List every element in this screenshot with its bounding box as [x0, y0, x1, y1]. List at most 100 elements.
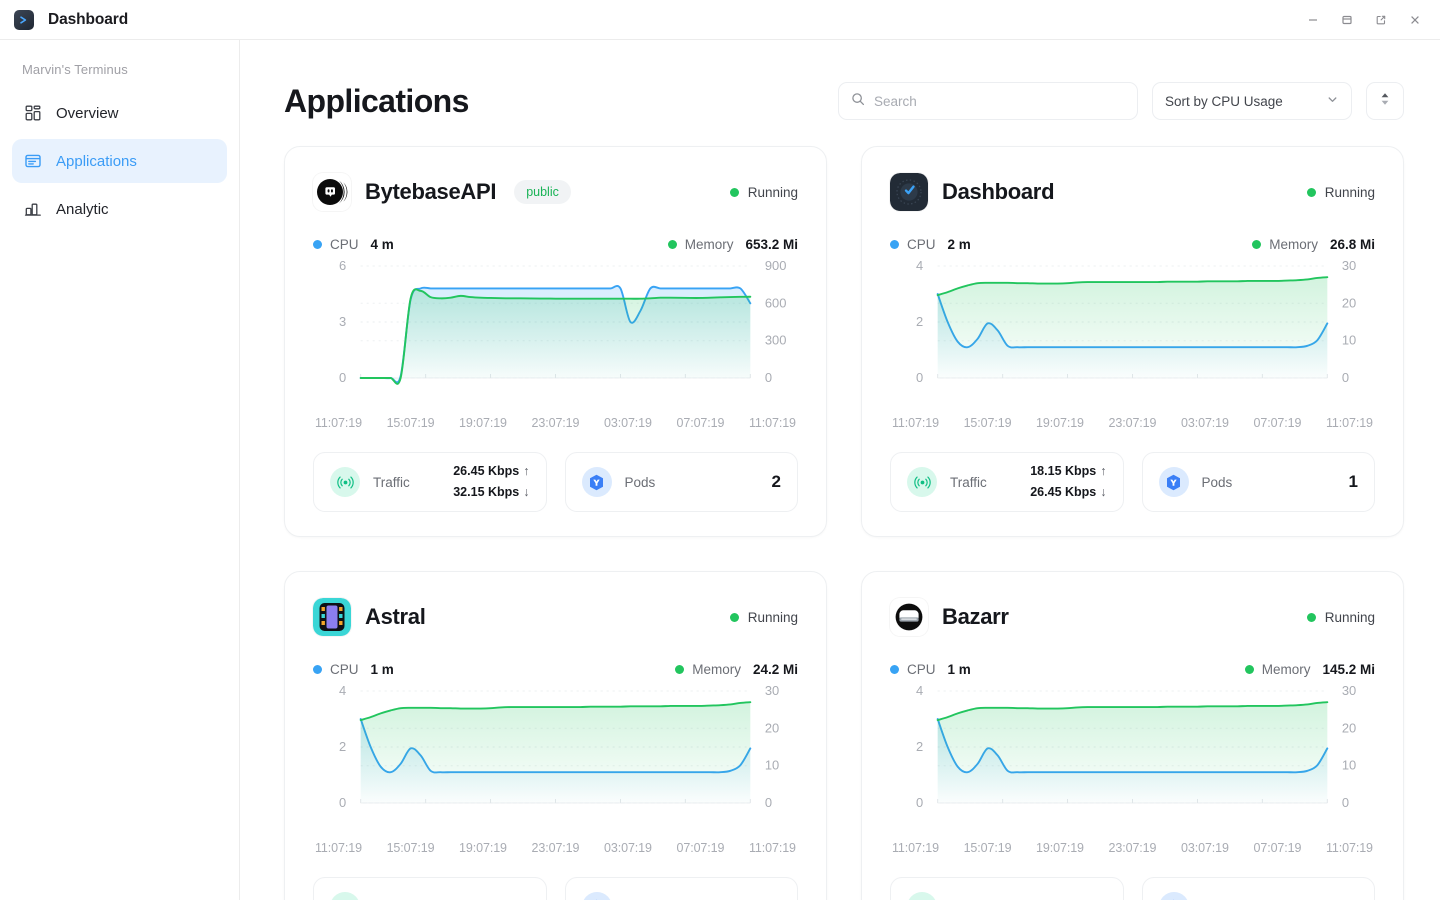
- memory-label: Memory: [1269, 237, 1318, 252]
- x-tick-label: 19:07:19: [1036, 416, 1084, 430]
- memory-legend-dot-icon: [1252, 240, 1262, 249]
- traffic-icon: [330, 467, 360, 497]
- bytebase-icon: [313, 173, 351, 211]
- cpu-value: 2 m: [947, 237, 971, 252]
- x-tick-label: 11:07:19: [892, 841, 939, 855]
- svg-text:10: 10: [1342, 333, 1356, 348]
- memory-legend-dot-icon: [675, 665, 685, 674]
- sort-direction-button[interactable]: [1366, 82, 1404, 120]
- cpu-metric: CPU 1 m: [890, 662, 971, 677]
- card-metrics: CPU 4 m Memory 653.2 Mi: [313, 237, 798, 252]
- maximize-icon[interactable]: [1334, 7, 1360, 33]
- memory-label: Memory: [692, 662, 741, 677]
- cpu-value: 4 m: [370, 237, 394, 252]
- x-tick-label: 07:07:19: [676, 841, 725, 855]
- search-box[interactable]: [838, 82, 1138, 120]
- x-tick-label: 11:07:19: [748, 841, 796, 855]
- x-tick-label: 11:07:19: [1325, 841, 1373, 855]
- x-tick-label: 23:07:19: [531, 416, 580, 430]
- application-card[interactable]: BytebaseAPI public Running CPU 4 m Memor…: [284, 146, 827, 537]
- memory-value: 24.2 Mi: [752, 662, 798, 677]
- card-header: Dashboard Running: [890, 173, 1375, 211]
- svg-text:30: 30: [1342, 683, 1356, 698]
- sidebar-item-label: Applications: [56, 152, 137, 170]
- window-list-icon: [24, 152, 42, 170]
- application-card[interactable]: Bazarr Running CPU 1 m Memory 145.2 Mi 0…: [861, 571, 1404, 900]
- app-shell: Marvin's Terminus Overview Applications …: [0, 40, 1440, 900]
- svg-text:0: 0: [339, 795, 346, 810]
- traffic-stat: Traffic 26.45 Kbps ↑ 32.15 Kbps ↓: [313, 452, 547, 512]
- chevron-down-icon: [1326, 93, 1339, 109]
- svg-text:0: 0: [765, 795, 772, 810]
- traffic-icon: [907, 467, 937, 497]
- search-icon: [851, 92, 865, 111]
- traffic-values: 26.45 Kbps ↑ 32.15 Kbps ↓: [453, 461, 529, 502]
- usage-chart-svg: 0 2 4 0 10 20 30: [339, 683, 779, 810]
- x-tick-label: 15:07:19: [963, 841, 1012, 855]
- traffic-down-arrow-icon: ↓: [1100, 485, 1107, 499]
- popout-icon[interactable]: [1368, 7, 1394, 33]
- astral-icon: [313, 598, 351, 636]
- sidebar-item-overview[interactable]: Overview: [12, 91, 227, 135]
- pods-icon: [581, 467, 612, 497]
- sidebar-item-applications[interactable]: Applications: [12, 139, 227, 183]
- card-header: BytebaseAPI public Running: [313, 173, 798, 211]
- svg-text:3: 3: [339, 314, 346, 329]
- x-tick-label: 03:07:19: [604, 416, 652, 430]
- card-header: Astral Running: [313, 598, 798, 636]
- svg-text:30: 30: [765, 683, 779, 698]
- svg-text:20: 20: [1342, 296, 1356, 311]
- close-icon[interactable]: [1402, 7, 1428, 33]
- cpu-legend-dot-icon: [890, 665, 899, 674]
- pods-icon: [581, 892, 612, 900]
- search-input[interactable]: [874, 93, 1125, 109]
- pods-label: Pods: [624, 474, 656, 490]
- usage-chart: 0 2 4 0 10 20 30: [890, 258, 1375, 408]
- svg-text:10: 10: [1342, 758, 1356, 773]
- svg-text:20: 20: [1342, 721, 1356, 736]
- memory-label: Memory: [684, 237, 734, 252]
- x-tick-label: 19:07:19: [1036, 841, 1084, 855]
- card-footer: Traffic 18.15 Kbps ↑ 26.45 Kbps ↓ Pods 1: [890, 452, 1375, 512]
- svg-text:600: 600: [765, 296, 787, 311]
- traffic-icon: [907, 892, 937, 900]
- x-tick-label: 11:07:19: [1325, 416, 1373, 430]
- application-card[interactable]: Dashboard Running CPU 2 m Memory 26.8 Mi…: [861, 146, 1404, 537]
- page-title: Applications: [284, 82, 469, 119]
- title-bar: Dashboard: [0, 0, 1440, 40]
- sidebar-item-analytic[interactable]: Analytic: [12, 187, 227, 231]
- traffic-label: Traffic: [373, 474, 410, 490]
- status-dot-icon: [729, 187, 739, 197]
- cpu-value: 1 m: [370, 662, 394, 677]
- minimize-icon[interactable]: [1300, 7, 1326, 33]
- pods-icon: [1158, 892, 1189, 900]
- x-tick-label: 15:07:19: [386, 841, 435, 855]
- chart-x-axis: 11:07:19 15:07:19 19:07:19 23:07:19 03:07:19…: [890, 833, 1375, 855]
- sort-select[interactable]: Sort by CPU Usage: [1152, 82, 1352, 120]
- svg-text:0: 0: [916, 370, 923, 385]
- app-name: Bazarr: [942, 604, 1009, 629]
- sidebar-item-label: Overview: [56, 104, 119, 122]
- pods-label: Pods: [1201, 474, 1233, 490]
- application-card[interactable]: Astral Running CPU 1 m Memory 24.2 Mi 0 …: [284, 571, 827, 900]
- sidebar: Marvin's Terminus Overview Applications …: [0, 40, 240, 900]
- memory-metric: Memory 26.8 Mi: [1252, 237, 1375, 252]
- cpu-legend-dot-icon: [313, 665, 322, 674]
- sort-updown-icon: [1378, 91, 1392, 112]
- cpu-legend-dot-icon: [313, 240, 322, 249]
- svg-text:0: 0: [1342, 795, 1349, 810]
- svg-text:4: 4: [916, 683, 923, 698]
- cpu-metric: CPU 2 m: [890, 237, 971, 252]
- x-tick-label: 15:07:19: [386, 416, 435, 430]
- chart-x-axis: 11:07:19 15:07:19 19:07:19 23:07:19 03:07:19…: [313, 408, 798, 430]
- status-dot-icon: [729, 612, 739, 622]
- memory-metric: Memory 24.2 Mi: [675, 662, 798, 677]
- window-controls: [1300, 0, 1428, 39]
- memory-legend-dot-icon: [1244, 665, 1254, 674]
- card-metrics: CPU 1 m Memory 145.2 Mi: [890, 662, 1375, 677]
- header-tools: Sort by CPU Usage: [838, 82, 1404, 120]
- usage-chart: 0 3 6 0 300 600 900: [313, 258, 798, 408]
- traffic-label: Traffic: [950, 474, 987, 490]
- svg-text:2: 2: [916, 739, 923, 754]
- status-badge: Running: [1306, 185, 1375, 200]
